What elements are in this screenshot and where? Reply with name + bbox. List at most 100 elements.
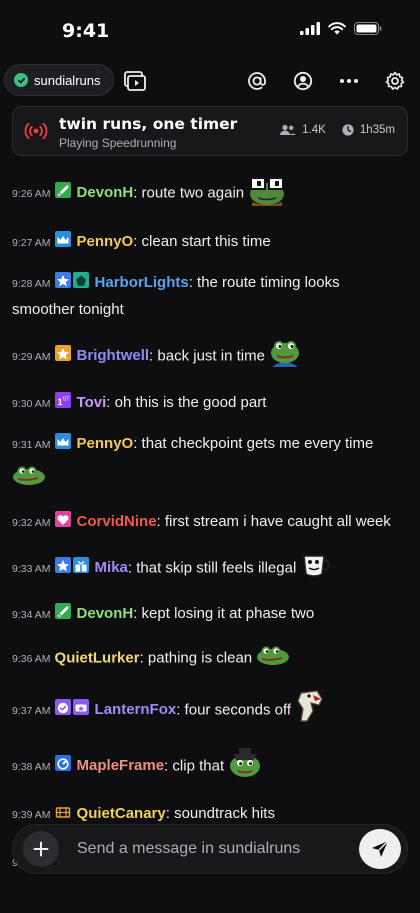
chat-message[interactable]: 9:34 AM DevonH: kept losing it at phase t… (12, 601, 406, 628)
message-username[interactable]: PennyO (77, 233, 134, 250)
chat-message[interactable]: 9:28 AM HarborLights: the route timing lo… (12, 270, 406, 323)
message-text: : first stream i have caught all week (156, 513, 391, 530)
top-bar: sundialruns (0, 60, 420, 102)
message-timestamp: 9:31 AM (12, 439, 51, 451)
message-username[interactable]: DevonH (77, 605, 134, 622)
live-icon (24, 122, 48, 145)
message-username[interactable]: PennyO (77, 435, 134, 452)
message-timestamp: 9:29 AM (12, 351, 51, 364)
frog-glasses-emote-icon[interactable] (248, 172, 286, 215)
mention-icon[interactable] (244, 68, 270, 94)
message-text: : back just in time (149, 347, 265, 365)
frog-hat-emote-icon[interactable] (228, 746, 262, 787)
first-badge-icon[interactable]: 1 ST (54, 392, 71, 408)
verified-badge-icon[interactable] (54, 699, 71, 716)
chat-message[interactable]: 9:38 AM MapleFrame: clip that (12, 746, 406, 787)
message-text: : four seconds off (176, 701, 292, 719)
message-username[interactable]: CorvidNine (77, 513, 157, 530)
star-gold-badge-icon[interactable] (54, 345, 71, 362)
frog-lay-emote-icon[interactable] (12, 462, 406, 495)
gem-badge-icon[interactable] (72, 272, 89, 288)
send-icon[interactable] (359, 829, 401, 869)
star-blue-badge-icon[interactable] (54, 272, 71, 288)
chat-list: 9:26 AM DevonH: route two again 9:27 AM Pen… (12, 172, 406, 897)
dino-emote-icon[interactable] (295, 689, 325, 732)
wifi-icon (328, 22, 346, 35)
message-username[interactable]: Tovi (77, 394, 107, 411)
status-icons (300, 22, 382, 35)
stream-stats: 1.4K 1h35m (280, 124, 395, 136)
cup-emote-icon[interactable] (300, 550, 332, 587)
message-timestamp: 9:34 AM (12, 609, 51, 621)
message-timestamp: 9:30 AM (12, 398, 51, 410)
chat-message[interactable]: 9:26 AM DevonH: route two again (12, 172, 406, 215)
stream-category: Playing Speedrunning (59, 136, 177, 150)
chat-message[interactable]: 9:37 AM LanternFox: four seconds off (12, 689, 406, 732)
message-timestamp: 9:26 AM (12, 188, 51, 201)
chat-message[interactable]: 9:33 AM Mika: that skip still feels illeg… (12, 550, 406, 587)
more-icon[interactable] (336, 68, 362, 94)
turbo-badge-icon[interactable] (54, 755, 71, 772)
message-timestamp: 9:27 AM (12, 237, 51, 249)
message-timestamp: 9:38 AM (12, 761, 51, 774)
clock-icon (342, 124, 354, 136)
message-text: : oh this is the good part (106, 394, 267, 411)
viewer-count: 1.4K (302, 124, 326, 136)
battery-icon (354, 22, 382, 35)
message-username[interactable]: LanternFox (95, 701, 177, 718)
message-composer (12, 824, 408, 874)
chat-message[interactable]: 9:27 AM PennyO: clean start this time (12, 229, 406, 256)
message-username[interactable]: Brightwell (77, 347, 150, 364)
message-username[interactable]: HarborLights (95, 274, 189, 291)
message-timestamp: 9:36 AM (12, 653, 51, 666)
sword-badge-icon[interactable] (54, 603, 71, 619)
channel-chip[interactable]: sundialruns (4, 64, 114, 96)
sword-badge-icon[interactable] (54, 182, 71, 199)
settings-icon[interactable] (382, 68, 408, 94)
message-text: : kept losing it at phase two (133, 605, 315, 622)
message-text: : soundtrack hits (165, 805, 275, 822)
message-username[interactable]: DevonH (77, 184, 134, 201)
message-text: : clean start this time (133, 233, 271, 250)
message-text: : clip that (164, 757, 225, 775)
message-text: : that skip still feels illegal (127, 559, 297, 577)
stream-info-card[interactable]: twin runs, one timer Playing Speedrunnin… (12, 106, 408, 156)
crown-badge-icon[interactable] (54, 231, 71, 247)
star-blue-badge-icon[interactable] (54, 557, 71, 574)
channel-name: sundialruns (34, 72, 101, 88)
message-timestamp: 9:28 AM (12, 278, 51, 290)
check-icon (14, 73, 28, 87)
svg-text:ST: ST (62, 397, 70, 403)
status-time: 9:41 (62, 20, 110, 42)
box-badge-icon[interactable] (55, 803, 71, 819)
gift-badge-icon[interactable] (72, 557, 89, 574)
frog-emote-icon[interactable] (269, 337, 301, 376)
message-username[interactable]: Mika (95, 559, 128, 576)
chat-message[interactable]: 9:32 AM CorvidNine: first stream i have c… (12, 509, 406, 536)
stream-uptime: 1h35m (359, 124, 395, 136)
message-username[interactable]: QuietCanary (77, 805, 166, 822)
message-timestamp: 9:39 AM (12, 809, 51, 821)
theatre-icon[interactable] (122, 68, 148, 94)
message-timestamp: 9:33 AM (12, 563, 51, 576)
chat-message[interactable]: 9:29 AM Brightwell: back just in time (12, 337, 406, 376)
chat-message[interactable]: 9:30 AM 1 ST Tovi: oh this is the good part (12, 390, 406, 417)
stream-title: twin runs, one timer (59, 115, 238, 133)
chat-message[interactable]: 9:31 AM PennyO: that checkpoint gets me e… (12, 431, 406, 495)
message-text: : route two again (133, 184, 245, 202)
heart-badge-icon[interactable] (54, 511, 71, 527)
profile-icon[interactable] (290, 68, 316, 94)
message-username[interactable]: QuietLurker (55, 649, 140, 666)
signal-icon (300, 22, 320, 35)
message-username[interactable]: MapleFrame (77, 757, 165, 774)
plus-icon[interactable] (23, 831, 59, 867)
status-bar: 9:41 (0, 0, 420, 60)
message-text: : pathing is clean (139, 649, 253, 667)
crown-badge-icon[interactable] (54, 433, 71, 449)
chat-message[interactable]: 9:36 AM QuietLurker: pathing is clean (12, 642, 406, 675)
frog-lay-emote-icon[interactable] (256, 642, 290, 675)
message-timestamp: 9:37 AM (12, 705, 51, 718)
viewers-icon (280, 124, 297, 135)
message-input[interactable] (77, 825, 337, 873)
vip-badge-icon[interactable] (72, 699, 89, 716)
